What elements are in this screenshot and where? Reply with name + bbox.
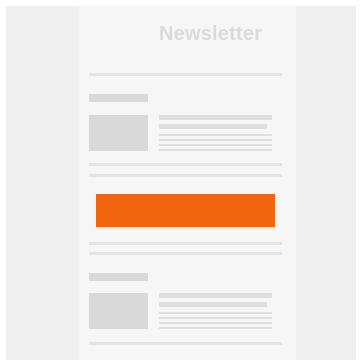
header-divider <box>89 73 282 76</box>
article-2-text-line <box>159 317 272 319</box>
article-1-text-line <box>159 149 272 151</box>
article-2-text-line <box>159 293 272 298</box>
section-divider <box>89 242 282 245</box>
section-divider <box>89 163 282 166</box>
newsletter-title: Newsletter <box>159 23 263 45</box>
article-1-image-placeholder <box>89 115 148 151</box>
article-1-text-line <box>159 134 272 136</box>
article-2-image-placeholder <box>89 293 148 329</box>
article-2-text-line <box>159 322 272 324</box>
footer-divider <box>89 342 282 345</box>
call-to-action-button[interactable] <box>96 194 275 227</box>
article-1-heading-placeholder <box>89 94 148 102</box>
article-2-text-line <box>159 312 272 314</box>
article-1-text-line <box>159 124 267 129</box>
article-1-text-line <box>159 115 272 120</box>
newsletter-illustration: Newsletter <box>0 0 362 360</box>
article-1-text-line <box>159 144 272 146</box>
article-2-text-line <box>159 302 267 307</box>
section-divider <box>89 252 282 255</box>
section-divider <box>89 174 282 177</box>
article-1-text-line <box>159 139 272 141</box>
article-2-heading-placeholder <box>89 273 148 281</box>
article-2-text-line <box>159 327 272 329</box>
